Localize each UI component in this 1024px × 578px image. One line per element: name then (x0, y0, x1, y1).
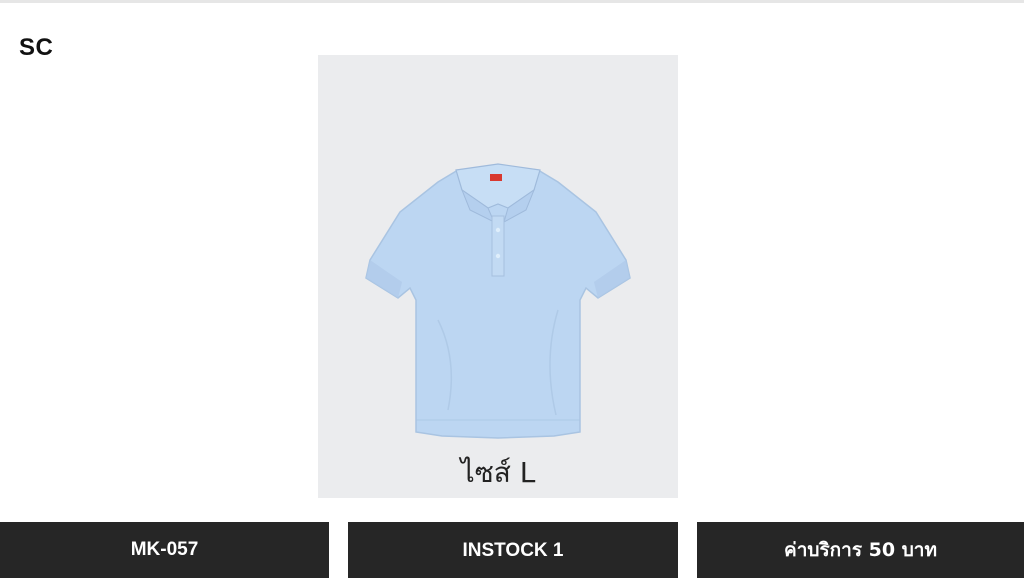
product-code-bar[interactable]: MK-057 (0, 522, 329, 578)
top-divider (0, 0, 1024, 3)
stock-status: INSTOCK 1 (462, 540, 564, 561)
page: SC ไซส์ L MK-057 INSTOCK 1 ค่าบริการ 50 … (0, 0, 1024, 578)
brand-logo-text: SC (19, 34, 54, 61)
size-label: ไซส์ L (460, 456, 536, 489)
polo-shirt-icon (365, 163, 631, 439)
product-code: MK-057 (130, 539, 199, 560)
product-card[interactable]: ไซส์ L (318, 55, 678, 498)
stock-status-bar[interactable]: INSTOCK 1 (348, 522, 678, 578)
service-fee: ค่าบริการ 50 บาท (784, 539, 937, 561)
shirt-body (365, 165, 631, 439)
service-fee-bar[interactable]: ค่าบริการ 50 บาท (697, 522, 1024, 578)
shirt-placket (491, 215, 505, 277)
